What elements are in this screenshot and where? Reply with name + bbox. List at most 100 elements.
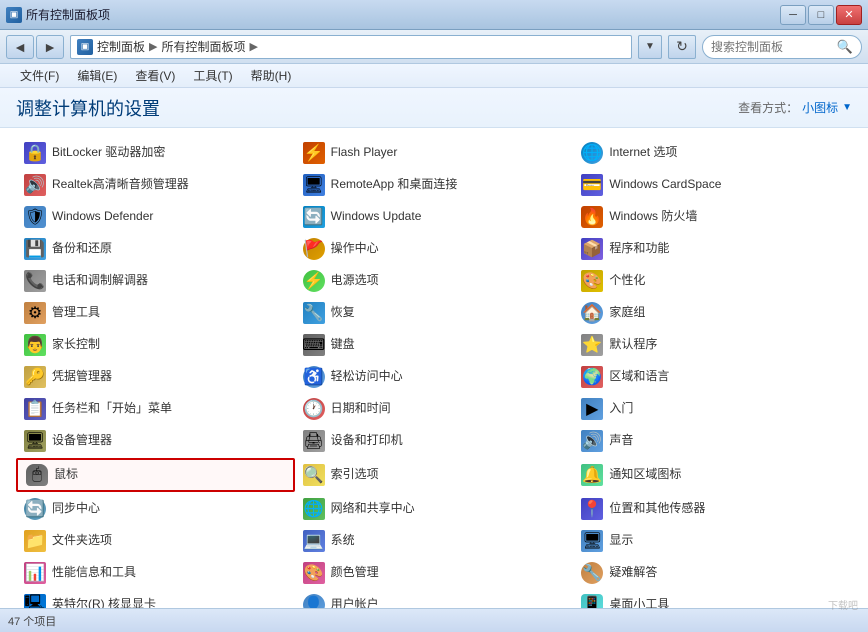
item-icon: 📋 xyxy=(24,398,46,420)
control-item[interactable]: 🖥 设备管理器 xyxy=(16,426,295,456)
window-icon: ▣ xyxy=(6,7,22,23)
control-item[interactable]: 🔊声音 xyxy=(573,426,852,456)
address-dropdown[interactable]: ▼ xyxy=(638,35,662,59)
item-icon: 🔊 xyxy=(581,430,603,452)
items-grid: 🔒BitLocker 驱动器加密⚡Flash Player🌐Internet 选… xyxy=(16,138,852,608)
item-label: 性能信息和工具 xyxy=(52,565,136,581)
control-item[interactable]: 💾 备份和还原 xyxy=(16,234,295,264)
forward-button[interactable]: ► xyxy=(36,35,64,59)
control-item[interactable]: ▶入门 xyxy=(573,394,852,424)
item-label: 日期和时间 xyxy=(331,401,391,417)
item-icon: 🖨 xyxy=(303,430,325,452)
minimize-button[interactable]: ─ xyxy=(780,5,806,25)
control-item[interactable]: 🔄同步中心 xyxy=(16,494,295,524)
maximize-button[interactable]: □ xyxy=(808,5,834,25)
item-label: 默认程序 xyxy=(609,337,657,353)
control-item[interactable]: 📞电话和调制解调器 xyxy=(16,266,295,296)
control-item[interactable]: 🏠家庭组 xyxy=(573,298,852,328)
control-item[interactable]: 💻系统 xyxy=(295,526,574,556)
control-item[interactable]: 🔔通知区域图标 xyxy=(573,458,852,492)
item-label: 备份和还原 xyxy=(52,241,112,257)
control-item[interactable]: 👨家长控制 xyxy=(16,330,295,360)
control-item[interactable]: 🌍区域和语言 xyxy=(573,362,852,392)
search-icon[interactable]: 🔍 xyxy=(837,39,853,55)
item-label: 入门 xyxy=(609,401,633,417)
title-bar: ▣ 所有控制面板项 ─ □ ✕ xyxy=(0,0,868,30)
menu-help[interactable]: 帮助(H) xyxy=(243,65,300,86)
item-icon: 🛡 xyxy=(24,206,46,228)
control-item[interactable]: 🖥RemoteApp 和桌面连接 xyxy=(295,170,574,200)
item-icon: 🎨 xyxy=(581,270,603,292)
control-item[interactable]: ⚡ 电源选项 xyxy=(295,266,574,296)
address-bar: ◄ ► ▣ 控制面板 ▶ 所有控制面板项 ▶ ▼ ↻ 🔍 xyxy=(0,30,868,64)
close-button[interactable]: ✕ xyxy=(836,5,862,25)
control-item[interactable]: 📁文件夹选项 xyxy=(16,526,295,556)
search-input[interactable] xyxy=(711,40,833,54)
item-icon: ⚡ xyxy=(303,270,325,292)
control-item[interactable]: 📦程序和功能 xyxy=(573,234,852,264)
control-item[interactable]: 🔧恢复 xyxy=(295,298,574,328)
control-item[interactable]: 🔄Windows Update xyxy=(295,202,574,232)
control-item[interactable]: ⭐默认程序 xyxy=(573,330,852,360)
control-item[interactable]: ♿轻松访问中心 xyxy=(295,362,574,392)
item-label: Realtek高清晰音频管理器 xyxy=(52,177,189,193)
item-label: Internet 选项 xyxy=(609,145,677,161)
item-label: 英特尔(R) 核显显卡 xyxy=(52,597,156,608)
control-item[interactable]: 📱桌面小工具 xyxy=(573,590,852,608)
control-item[interactable]: 🔑凭据管理器 xyxy=(16,362,295,392)
control-item[interactable]: 🛡 Windows Defender xyxy=(16,202,295,232)
control-item[interactable]: 🔒BitLocker 驱动器加密 xyxy=(16,138,295,168)
item-icon: 🌍 xyxy=(581,366,603,388)
control-item[interactable]: 🎨颜色管理 xyxy=(295,558,574,588)
control-item[interactable]: ⚙管理工具 xyxy=(16,298,295,328)
control-item[interactable]: 🔍索引选项 xyxy=(295,458,574,492)
item-icon: 🖥 xyxy=(24,430,46,452)
control-item[interactable]: 🔧疑难解答 xyxy=(573,558,852,588)
control-item[interactable]: 📍位置和其他传感器 xyxy=(573,494,852,524)
control-item[interactable]: 🖥显示 xyxy=(573,526,852,556)
control-item[interactable]: 🎨个性化 xyxy=(573,266,852,296)
menu-tools[interactable]: 工具(T) xyxy=(185,65,240,86)
menu-file[interactable]: 文件(F) xyxy=(12,65,67,86)
title-bar-left: ▣ 所有控制面板项 xyxy=(6,6,110,23)
item-icon: 💾 xyxy=(24,238,46,260)
control-item[interactable]: 🔥Windows 防火墙 xyxy=(573,202,852,232)
item-label: 电源选项 xyxy=(331,273,379,289)
back-button[interactable]: ◄ xyxy=(6,35,34,59)
control-item[interactable]: 🖳英特尔(R) 核显显卡 xyxy=(16,590,295,608)
view-current[interactable]: 小图标 xyxy=(802,99,838,116)
page-title: 调整计算机的设置 xyxy=(16,95,160,121)
search-box[interactable]: 🔍 xyxy=(702,35,862,59)
item-label: 管理工具 xyxy=(52,305,100,321)
path-part-1: 控制面板 xyxy=(97,38,145,55)
path-part-2: 所有控制面板项 xyxy=(161,38,245,55)
item-icon: 🔧 xyxy=(581,562,603,584)
item-label: 设备管理器 xyxy=(52,433,112,449)
control-item[interactable]: 🚩操作中心 xyxy=(295,234,574,264)
view-dropdown-icon[interactable]: ▼ xyxy=(842,102,852,113)
item-icon: 🎨 xyxy=(303,562,325,584)
control-item[interactable]: 📋任务栏和「开始」菜单 xyxy=(16,394,295,424)
control-item[interactable]: 🌐Internet 选项 xyxy=(573,138,852,168)
address-path[interactable]: ▣ 控制面板 ▶ 所有控制面板项 ▶ xyxy=(70,35,632,59)
item-label: 鼠标 xyxy=(54,467,78,483)
control-item[interactable]: 👤用户帐户 xyxy=(295,590,574,608)
control-item[interactable]: ⚡Flash Player xyxy=(295,138,574,168)
item-icon: 💳 xyxy=(581,174,603,196)
control-item[interactable]: ⌨键盘 xyxy=(295,330,574,360)
item-icon: 🔒 xyxy=(24,142,46,164)
control-item[interactable]: 🖨设备和打印机 xyxy=(295,426,574,456)
control-item[interactable]: 💳Windows CardSpace xyxy=(573,170,852,200)
item-icon: 📁 xyxy=(24,530,46,552)
control-item[interactable]: 🕐日期和时间 xyxy=(295,394,574,424)
control-item[interactable]: 📊性能信息和工具 xyxy=(16,558,295,588)
control-item[interactable]: 🖱鼠标 xyxy=(16,458,295,492)
menu-edit[interactable]: 编辑(E) xyxy=(69,65,125,86)
item-label: Windows Defender xyxy=(52,209,153,225)
control-item[interactable]: 🌐网络和共享中心 xyxy=(295,494,574,524)
item-icon: 🔄 xyxy=(24,498,46,520)
control-item[interactable]: 🔊Realtek高清晰音频管理器 xyxy=(16,170,295,200)
menu-view[interactable]: 查看(V) xyxy=(127,65,183,86)
item-icon: 📍 xyxy=(581,498,603,520)
refresh-button[interactable]: ↻ xyxy=(668,35,696,59)
